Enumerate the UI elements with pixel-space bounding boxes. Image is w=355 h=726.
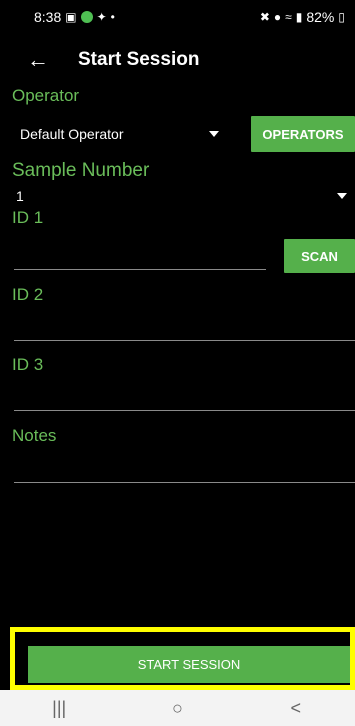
recent-apps-icon[interactable]: ||| <box>29 698 89 719</box>
id3-label: ID 3 <box>12 355 44 374</box>
system-nav-bar: ||| ○ < <box>0 690 355 726</box>
status-time: 8:38 <box>34 9 62 25</box>
signal-icon: ▮ <box>295 10 303 24</box>
back-arrow-icon[interactable]: ← <box>18 40 58 80</box>
status-left: 8:38 ▣ ✦ • <box>34 9 115 25</box>
twitter-icon: ✦ <box>96 10 107 24</box>
id2-underline <box>14 340 355 341</box>
wifi-icon: ≈ <box>285 10 292 24</box>
location-icon: ● <box>273 10 282 24</box>
id1-underline <box>14 269 266 270</box>
scan-button[interactable]: SCAN <box>284 239 355 273</box>
id3-underline <box>14 410 355 411</box>
notes-underline <box>14 482 355 483</box>
notes-input[interactable] <box>14 452 355 482</box>
id2-input[interactable] <box>14 310 355 340</box>
message-icon <box>80 11 93 23</box>
dot-icon: • <box>110 10 115 24</box>
system-back-icon[interactable]: < <box>266 698 326 719</box>
id2-label: ID 2 <box>12 285 44 304</box>
mute-icon: ✖ <box>259 10 270 24</box>
start-session-button[interactable]: START SESSION <box>28 646 350 683</box>
id1-input[interactable] <box>14 240 266 270</box>
operator-select-value: Default Operator <box>20 126 124 142</box>
id1-label: ID 1 <box>12 208 44 227</box>
sample-number-label: Sample Number <box>12 160 150 181</box>
start-session-highlight: START SESSION <box>10 627 355 690</box>
home-icon[interactable]: ○ <box>147 698 207 719</box>
battery-percent: 82% <box>306 9 335 25</box>
status-right: ✖ ● ≈ ▮ 82% ▯ <box>260 9 345 25</box>
sample-number-select[interactable]: 1 <box>12 184 355 208</box>
id3-input[interactable] <box>14 380 355 410</box>
operator-select[interactable]: Default Operator <box>12 116 242 150</box>
status-bar: 8:38 ▣ ✦ • ✖ ● ≈ ▮ 82% ▯ <box>0 0 355 34</box>
notes-label: Notes <box>12 426 57 445</box>
gallery-icon: ▣ <box>65 10 77 24</box>
chevron-down-icon <box>209 131 219 137</box>
chevron-down-icon <box>337 193 347 199</box>
sample-number-value: 1 <box>16 188 24 204</box>
battery-icon: ▯ <box>338 10 345 24</box>
operator-label: Operator <box>12 86 80 105</box>
operators-button[interactable]: OPERATORS <box>251 116 355 152</box>
page-title: Start Session <box>78 49 200 70</box>
app-bar: ← Start Session <box>0 34 355 86</box>
